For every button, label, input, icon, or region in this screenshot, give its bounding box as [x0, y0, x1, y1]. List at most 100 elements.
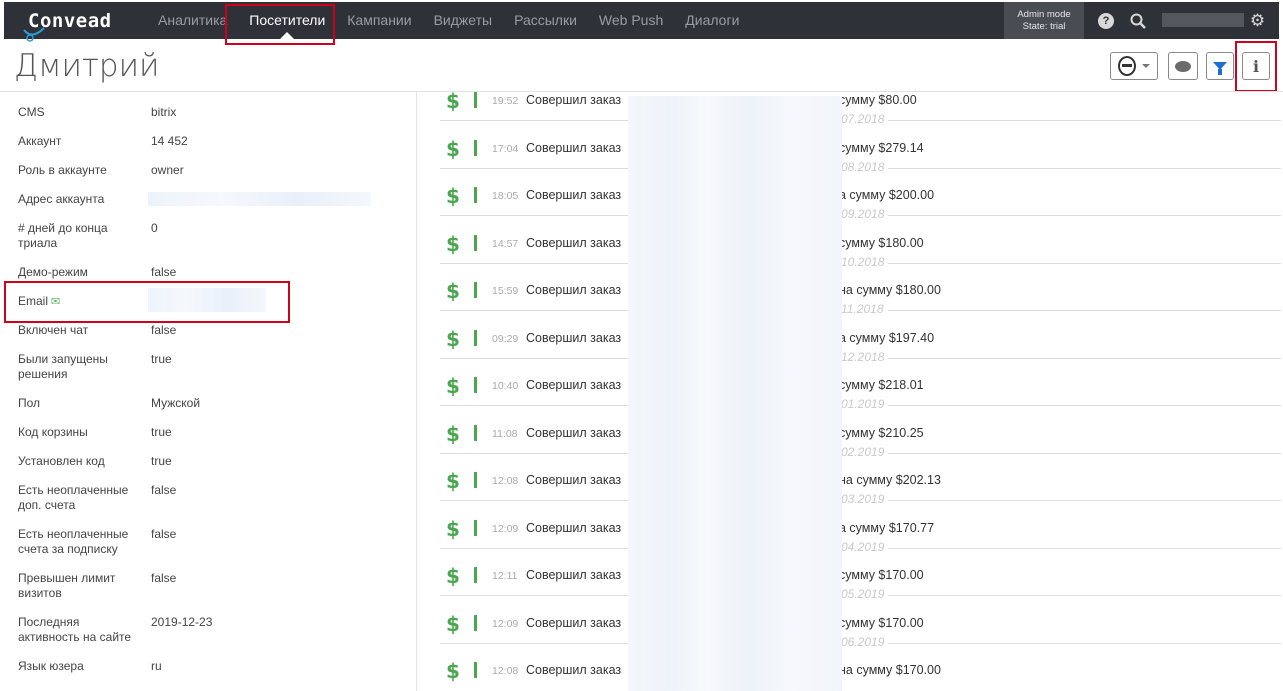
question-circle-icon[interactable]: ? — [1098, 13, 1114, 29]
event-action: Совершил заказ — [526, 615, 622, 630]
event-amount: сумму $210.25 — [839, 425, 924, 440]
date-label: 07.2018 — [841, 112, 889, 126]
timeline-event[interactable]: $12:11 Совершил заказ сумму $170.00 — [446, 565, 1276, 589]
property-value: Мужской — [151, 396, 201, 410]
property-value: true — [151, 425, 172, 439]
info-button[interactable]: i — [1242, 52, 1270, 80]
chevron-down-icon — [1142, 64, 1150, 68]
nav-item-visitors-label: Посетители — [249, 12, 326, 28]
filter-button[interactable] — [1206, 52, 1234, 80]
property-value: owner — [151, 163, 184, 177]
admin-mode-badge[interactable]: Admin mode State: trial — [1004, 2, 1084, 39]
event-marker — [474, 187, 477, 203]
property-key: Есть неоплаченные доп. счета — [18, 483, 129, 512]
nav-item-mailings[interactable]: Рассылки — [503, 2, 588, 39]
event-action: Совершил заказ — [526, 283, 622, 297]
nav-item-webpush[interactable]: Web Push — [588, 2, 674, 39]
timeline-event[interactable]: $10:40 Совершил заказ сумму $218.01 — [446, 375, 1276, 399]
user-menu[interactable] — [1162, 13, 1244, 27]
chat-button[interactable] — [1168, 52, 1198, 80]
avatar-icon — [1118, 56, 1136, 76]
timeline-event[interactable]: $15:59 Совершил заказ на сумму $180.00 — [446, 280, 1276, 304]
timeline-event[interactable]: $17:04 Совершил заказ сумму $279.14 — [446, 138, 1276, 162]
property-value: ru — [151, 659, 162, 673]
property-value: false — [151, 527, 177, 541]
event-time: 18:05 — [492, 190, 519, 202]
nav-item-visitors[interactable]: Посетители — [238, 2, 336, 39]
event-time: 11:08 — [492, 427, 518, 440]
event-amount: сумму $80.00 — [839, 93, 917, 107]
event-action: Совершил заказ — [526, 188, 622, 202]
event-action: Совершил заказ — [526, 425, 622, 440]
event-amount: а сумму $197.40 — [839, 330, 935, 345]
property-key: Включен чат — [18, 323, 89, 337]
property-value: true — [151, 454, 172, 468]
gear-icon[interactable]: ⚙ — [1248, 11, 1267, 30]
event-amount: сумму $170.00 — [839, 568, 924, 582]
property-key: Установлен код — [18, 454, 105, 468]
date-label: 11.2018 — [841, 302, 888, 316]
timeline-event[interactable]: $12:09 Совершил заказ сумму $170.00 — [446, 613, 1276, 637]
redacted-email — [148, 288, 266, 312]
event-time: 14:57 — [492, 237, 519, 250]
convead-logo[interactable]: Convead — [23, 8, 112, 42]
event-time: 12:08 — [492, 475, 519, 487]
event-amount: а сумму $200.00 — [839, 188, 935, 202]
event-amount: сумму $279.14 — [839, 140, 924, 155]
event-time: 17:04 — [492, 142, 519, 155]
admin-mode-label: Admin mode — [1017, 9, 1071, 20]
property-key: Язык юзера — [18, 659, 84, 673]
event-marker — [474, 329, 477, 346]
event-time: 12:08 — [492, 665, 519, 677]
timeline-event[interactable]: $11:08 Совершил заказ сумму $210.25 — [446, 423, 1276, 447]
dollar-icon: $ — [446, 659, 460, 683]
timeline-event[interactable]: $12:08 Совершил заказ на сумму $202.13 — [446, 470, 1276, 494]
dollar-icon: $ — [446, 92, 460, 113]
timeline-event[interactable]: $14:57 Совершил заказ сумму $180.00 — [446, 233, 1276, 257]
property-key: Последняя активность на сайте — [18, 615, 132, 644]
timeline-event[interactable]: $12:08 Совершил заказ на сумму $170.00 — [446, 660, 1276, 684]
event-marker — [474, 614, 477, 631]
date-label: 02.2019 — [841, 444, 889, 459]
timeline-event[interactable]: $09:29 Совершил заказ а сумму $197.40 — [446, 328, 1276, 352]
envelope-icon[interactable]: ✉ — [51, 296, 60, 308]
logo-mark-icon — [23, 27, 45, 42]
admin-state-label: State: trial — [1022, 21, 1066, 32]
nav-item-dialogs[interactable]: Диалоги — [674, 2, 750, 39]
dollar-icon: $ — [446, 516, 460, 541]
timeline-event[interactable]: $12:09 Совершил заказ а сумму $170.77 — [446, 518, 1276, 542]
date-label: 04.2019 — [841, 539, 889, 554]
property-key: Были запущены решения — [18, 352, 108, 381]
filter-icon — [1213, 62, 1227, 75]
property-value: bitrix — [151, 105, 177, 119]
property-key: Демо-режим — [18, 265, 88, 279]
event-amount: сумму $180.00 — [839, 235, 924, 250]
event-time: 10:40 — [492, 380, 519, 392]
activity-timeline: $19:52 Совершил заказ сумму $80.00 07.2018 $… — [418, 92, 1283, 691]
nav-item-campaigns[interactable]: Кампании — [336, 2, 422, 39]
date-label: 03.2019 — [841, 492, 889, 506]
assign-user-dropdown[interactable] — [1110, 52, 1158, 80]
nav-item-widgets[interactable]: Виджеты — [423, 2, 504, 39]
property-key: Email ✉ — [18, 294, 143, 310]
property-value: true — [151, 352, 172, 366]
timeline-event[interactable]: $18:05 Совершил заказ а сумму $200.00 — [446, 185, 1276, 209]
date-label: 01.2019 — [841, 397, 889, 411]
event-marker — [474, 377, 477, 393]
event-marker — [474, 519, 477, 536]
property-value: 0 — [151, 221, 158, 235]
property-key: Пол — [18, 396, 41, 410]
property-value: false — [151, 265, 177, 279]
date-label: 12.2018 — [841, 349, 889, 364]
date-label: 09.2018 — [841, 207, 889, 221]
nav-item-analytics[interactable]: Аналитика — [147, 2, 238, 39]
event-action: Совершил заказ — [526, 235, 622, 250]
timeline-event[interactable]: $19:52 Совершил заказ сумму $80.00 — [446, 92, 1276, 114]
property-key: # дней до конца триала — [18, 221, 108, 250]
property-key: Превышен лимит визитов — [18, 571, 116, 600]
event-amount: а сумму $170.77 — [839, 520, 935, 535]
event-marker — [474, 282, 477, 298]
event-time: 12:09 — [492, 617, 519, 630]
search-icon[interactable] — [1128, 11, 1147, 30]
dollar-icon: $ — [446, 374, 460, 398]
